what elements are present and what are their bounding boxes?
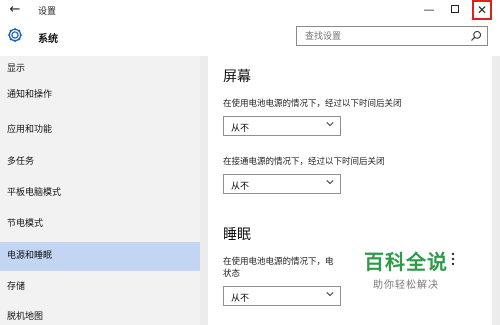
chevron-down-icon (326, 122, 334, 127)
screen-heading: 屏幕 (223, 69, 251, 85)
sleep-battery-label-line2: 状态 (223, 269, 241, 279)
sidebar-item-multitasking[interactable]: 多任务 (0, 149, 200, 175)
search-input[interactable] (305, 30, 455, 43)
screen-battery-dropdown[interactable]: 从不 (223, 116, 341, 136)
watermark-title: 百科全说 (364, 250, 448, 274)
back-button[interactable]: ← (8, 3, 22, 17)
sidebar-item-offline-maps[interactable]: 脱机地图 (0, 304, 200, 325)
screen-plugged-label: 在接通电源的情况下，经过以下时间后关闭 (223, 157, 385, 167)
maximize-icon (451, 5, 459, 13)
screen-plugged-value: 从不 (231, 182, 250, 192)
sidebar: 显示 通知和操作 应用和功能 多任务 平板电脑模式 节电模式 电源和睡眠 存储 … (0, 56, 200, 325)
sleep-battery-label-line1: 在使用电池电源的情况下，电 (223, 257, 334, 267)
screen-battery-value: 从不 (231, 124, 250, 134)
minimize-button[interactable]: — (420, 2, 438, 18)
chevron-down-icon (326, 180, 334, 185)
sleep-battery-dropdown[interactable]: 从不 (223, 286, 341, 306)
search-box[interactable] (296, 26, 488, 46)
minimize-icon: — (423, 3, 435, 16)
close-button[interactable]: ✕ (472, 0, 492, 20)
sidebar-item-storage[interactable]: 存储 (0, 274, 200, 300)
chevron-down-icon (326, 292, 334, 297)
maximize-button[interactable] (446, 2, 464, 18)
screen-plugged-dropdown[interactable]: 从不 (223, 174, 341, 194)
close-icon: ✕ (476, 3, 488, 17)
page-title: 系统 (38, 34, 58, 45)
sleep-heading: 睡眠 (223, 227, 251, 243)
sidebar-item-tablet-mode[interactable]: 平板电脑模式 (0, 180, 200, 206)
sidebar-item-apps[interactable]: 应用和功能 (0, 117, 200, 143)
sleep-battery-value: 从不 (231, 294, 250, 304)
watermark: 百科全说 助你轻松解决 (360, 246, 480, 298)
back-arrow-icon: ← (9, 2, 21, 17)
settings-header: 系统 (0, 22, 500, 50)
sidebar-item-battery-saver[interactable]: 节电模式 (0, 211, 200, 237)
sidebar-item-notifications[interactable]: 通知和操作 (0, 82, 200, 108)
sidebar-item-display[interactable]: 显示 (0, 56, 200, 82)
gear-icon (7, 27, 23, 43)
search-icon[interactable] (470, 30, 482, 42)
window-title: 设置 (38, 7, 57, 17)
sidebar-item-power-sleep[interactable]: 电源和睡眠 (0, 242, 200, 271)
screen-battery-label: 在使用电池电源的情况下，经过以下时间后关闭 (223, 99, 402, 109)
watermark-subtitle: 助你轻松解决 (373, 280, 439, 291)
title-bar: ← 设置 — ✕ (0, 0, 500, 22)
